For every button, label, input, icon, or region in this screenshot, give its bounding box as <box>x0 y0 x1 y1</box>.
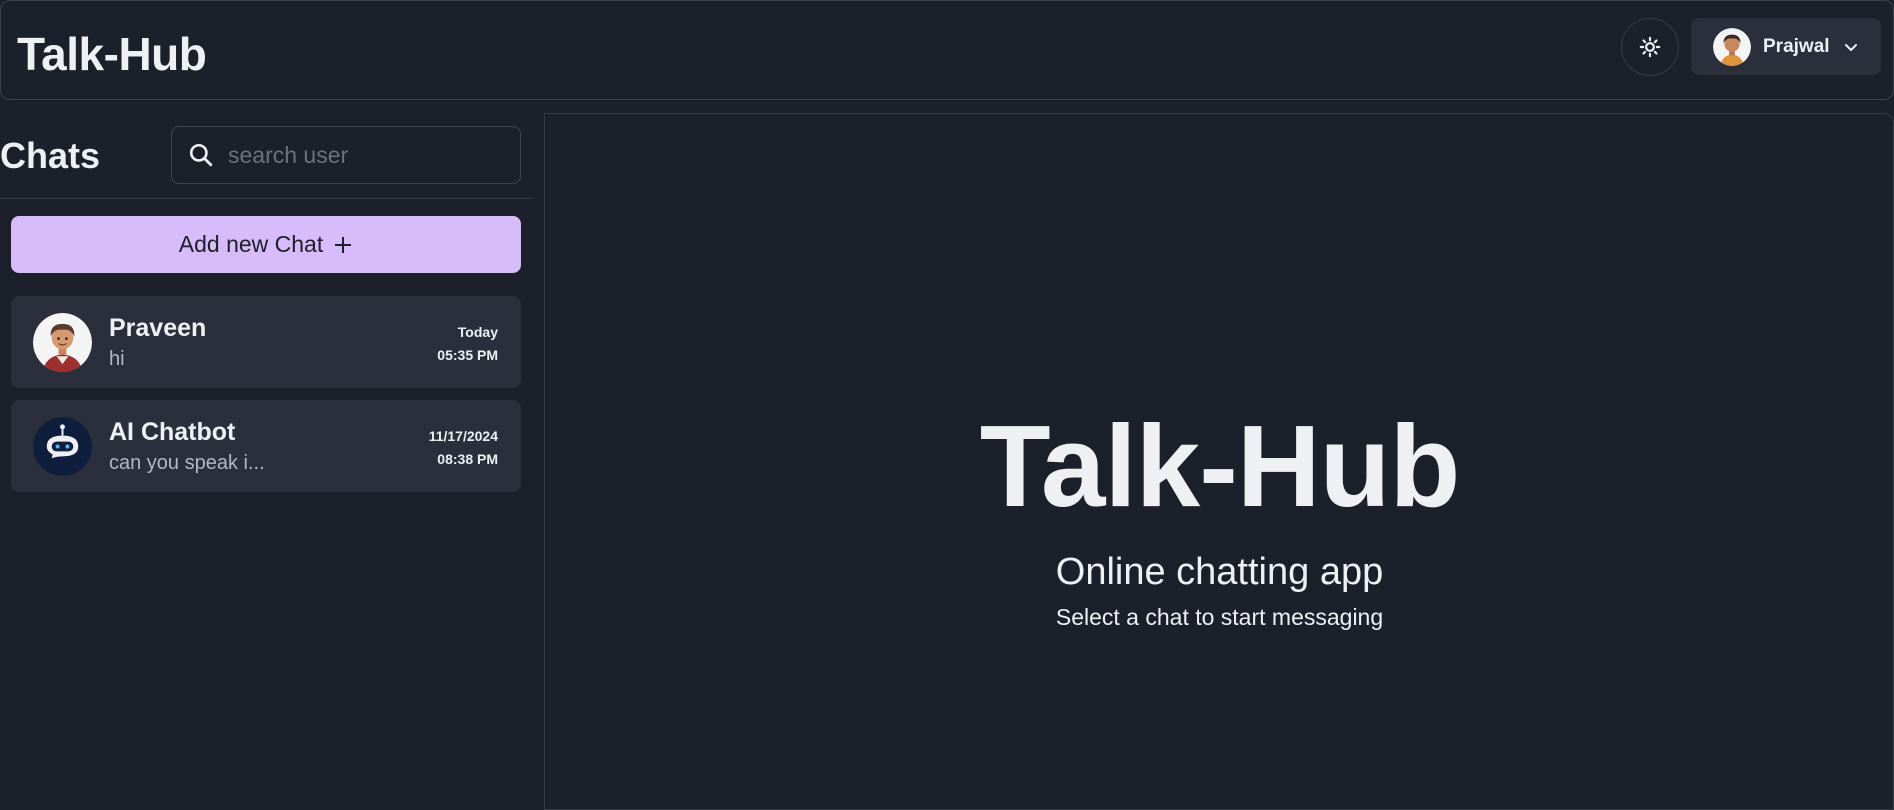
search-icon <box>189 143 213 167</box>
add-new-chat-button[interactable]: Add new Chat <box>11 216 521 273</box>
chat-date: Today <box>457 324 498 340</box>
user-menu-button[interactable]: Prajwal <box>1691 18 1881 75</box>
chat-item-praveen[interactable]: Praveen hi Today 05:35 PM <box>11 296 521 388</box>
chat-item-ai-chatbot[interactable]: AI Chatbot can you speak i... 11/17/2024… <box>11 400 521 492</box>
chevron-down-icon <box>1844 43 1857 51</box>
chat-time: 08:38 PM <box>437 451 498 467</box>
top-header: Talk-Hub Prajwal <box>0 0 1894 100</box>
chat-last-message: hi <box>109 348 125 370</box>
robot-avatar <box>33 417 92 476</box>
search-box[interactable] <box>171 126 521 184</box>
sun-icon <box>1639 36 1661 58</box>
app-title: Talk-Hub <box>17 28 207 80</box>
chats-title: Chats <box>0 135 101 176</box>
sidebar-divider <box>0 198 533 199</box>
chat-date: 11/17/2024 <box>428 428 498 444</box>
theme-toggle-button[interactable] <box>1621 18 1679 76</box>
chat-name: AI Chatbot <box>109 418 236 446</box>
hero-title: Talk-Hub <box>979 401 1461 531</box>
chat-last-message: can you speak i... <box>109 452 265 474</box>
person-avatar <box>33 313 92 372</box>
hero-note: Select a chat to start messaging <box>1055 604 1384 630</box>
hero-subtitle: Online chatting app <box>1055 551 1384 593</box>
chat-sidebar: Chats Add new Chat <box>0 113 545 810</box>
user-avatar <box>1713 27 1751 66</box>
chat-name: Praveen <box>109 314 207 342</box>
user-name: Prajwal <box>1763 35 1830 57</box>
search-input[interactable] <box>228 141 508 169</box>
plus-icon <box>335 236 352 253</box>
chat-time: 05:35 PM <box>437 347 498 363</box>
add-new-chat-label: Add new Chat <box>178 231 324 257</box>
main-panel: Talk-Hub Online chatting app Select a ch… <box>545 113 1894 810</box>
